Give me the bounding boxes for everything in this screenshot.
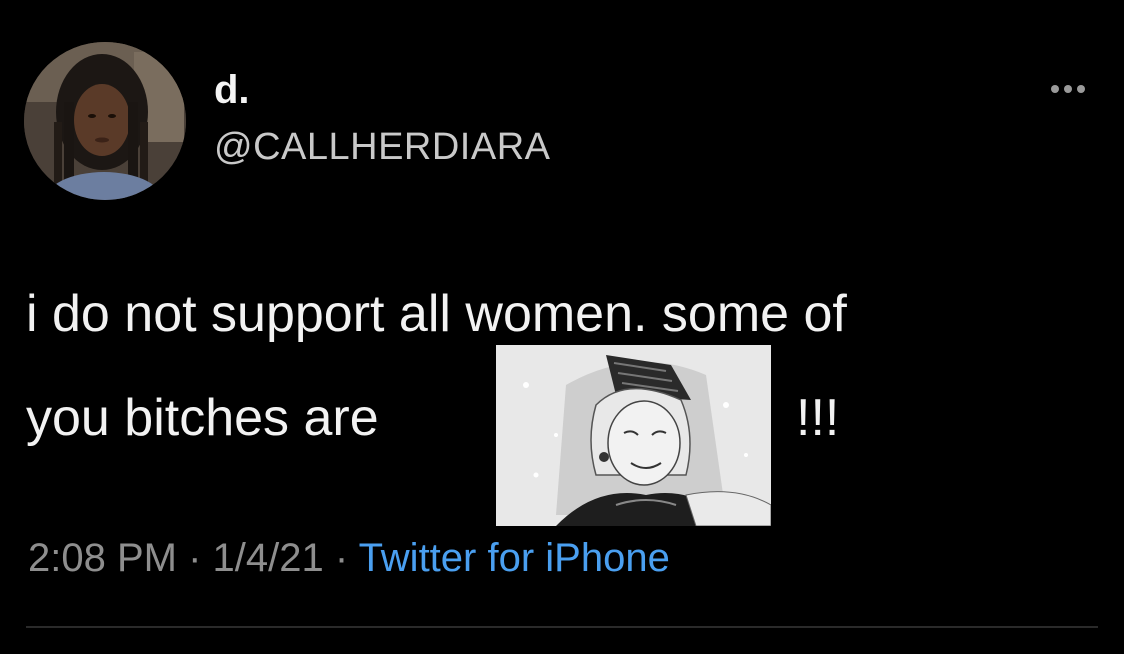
- more-options-button[interactable]: [1038, 74, 1098, 104]
- meta-separator: ·: [323, 536, 359, 580]
- display-name[interactable]: d.: [214, 70, 250, 110]
- tweet-metadata: 2:08 PM · 1/4/21 · Twitter for iPhone: [28, 538, 670, 578]
- manga-old-woman-image: [496, 345, 771, 526]
- divider: [26, 626, 1098, 628]
- tweet-text-line2: you bitches are: [26, 389, 379, 447]
- tweet-date[interactable]: 1/4/21: [213, 536, 324, 580]
- avatar[interactable]: [24, 42, 186, 200]
- tweet-card: d. @CALLHERDIARA i do not support all wo…: [0, 0, 1124, 654]
- meta-separator: ·: [176, 536, 213, 580]
- more-horizontal-icon: [1051, 85, 1059, 93]
- user-handle[interactable]: @CALLHERDIARA: [214, 128, 551, 166]
- tweet-source-link[interactable]: Twitter for iPhone: [359, 536, 670, 580]
- tweet-time[interactable]: 2:08 PM: [28, 536, 177, 580]
- more-horizontal-icon-dot: [1064, 85, 1072, 93]
- tweet-text-exclamation: !!!: [796, 389, 840, 447]
- more-horizontal-icon-dot: [1077, 85, 1085, 93]
- tweet-text-line1: i do not support all women. some of: [26, 285, 847, 343]
